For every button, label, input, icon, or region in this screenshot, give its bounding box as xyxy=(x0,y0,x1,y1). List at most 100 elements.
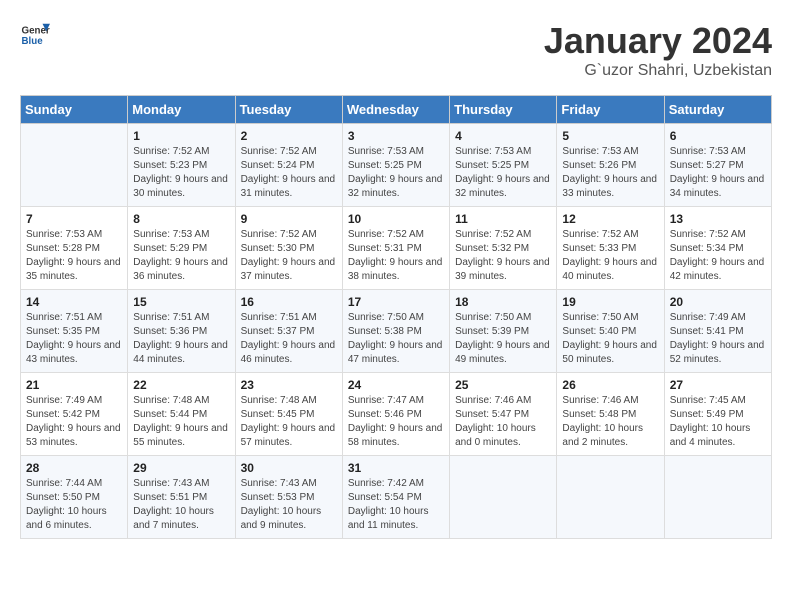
sunset-time: Sunset: 5:32 PM xyxy=(455,243,529,254)
daylight-hours: Daylight: 9 hours and 40 minutes. xyxy=(562,257,657,282)
day-number: 19 xyxy=(562,295,658,309)
calendar-cell: 8 Sunrise: 7:53 AM Sunset: 5:29 PM Dayli… xyxy=(128,207,235,290)
calendar-week-row: 1 Sunrise: 7:52 AM Sunset: 5:23 PM Dayli… xyxy=(21,124,772,207)
daylight-hours: Daylight: 9 hours and 38 minutes. xyxy=(348,257,443,282)
calendar-table: Sunday Monday Tuesday Wednesday Thursday… xyxy=(20,95,772,539)
calendar-cell xyxy=(450,456,557,539)
calendar-week-row: 28 Sunrise: 7:44 AM Sunset: 5:50 PM Dayl… xyxy=(21,456,772,539)
calendar-cell: 9 Sunrise: 7:52 AM Sunset: 5:30 PM Dayli… xyxy=(235,207,342,290)
day-number: 12 xyxy=(562,212,658,226)
calendar-week-row: 21 Sunrise: 7:49 AM Sunset: 5:42 PM Dayl… xyxy=(21,373,772,456)
day-number: 6 xyxy=(670,129,766,143)
calendar-cell: 26 Sunrise: 7:46 AM Sunset: 5:48 PM Dayl… xyxy=(557,373,664,456)
calendar-cell: 3 Sunrise: 7:53 AM Sunset: 5:25 PM Dayli… xyxy=(342,124,449,207)
sunset-time: Sunset: 5:48 PM xyxy=(562,409,636,420)
sunrise-time: Sunrise: 7:44 AM xyxy=(26,478,102,489)
sunset-time: Sunset: 5:50 PM xyxy=(26,492,100,503)
daylight-hours: Daylight: 10 hours and 11 minutes. xyxy=(348,506,429,531)
day-info: Sunrise: 7:50 AM Sunset: 5:40 PM Dayligh… xyxy=(562,311,658,367)
col-monday: Monday xyxy=(128,96,235,124)
daylight-hours: Daylight: 9 hours and 34 minutes. xyxy=(670,174,765,199)
calendar-cell: 11 Sunrise: 7:52 AM Sunset: 5:32 PM Dayl… xyxy=(450,207,557,290)
sunset-time: Sunset: 5:26 PM xyxy=(562,160,636,171)
sunset-time: Sunset: 5:45 PM xyxy=(241,409,315,420)
day-info: Sunrise: 7:47 AM Sunset: 5:46 PM Dayligh… xyxy=(348,394,444,450)
sunrise-time: Sunrise: 7:53 AM xyxy=(562,146,638,157)
sunset-time: Sunset: 5:41 PM xyxy=(670,326,744,337)
sunset-time: Sunset: 5:44 PM xyxy=(133,409,207,420)
sunset-time: Sunset: 5:25 PM xyxy=(455,160,529,171)
page-header: General Blue January 2024 G`uzor Shahri,… xyxy=(20,20,772,80)
sunset-time: Sunset: 5:27 PM xyxy=(670,160,744,171)
col-wednesday: Wednesday xyxy=(342,96,449,124)
daylight-hours: Daylight: 9 hours and 46 minutes. xyxy=(241,340,336,365)
day-number: 28 xyxy=(26,461,122,475)
day-info: Sunrise: 7:50 AM Sunset: 5:39 PM Dayligh… xyxy=(455,311,551,367)
daylight-hours: Daylight: 9 hours and 47 minutes. xyxy=(348,340,443,365)
daylight-hours: Daylight: 9 hours and 43 minutes. xyxy=(26,340,121,365)
day-info: Sunrise: 7:48 AM Sunset: 5:44 PM Dayligh… xyxy=(133,394,229,450)
daylight-hours: Daylight: 9 hours and 32 minutes. xyxy=(348,174,443,199)
calendar-cell: 30 Sunrise: 7:43 AM Sunset: 5:53 PM Dayl… xyxy=(235,456,342,539)
sunset-time: Sunset: 5:29 PM xyxy=(133,243,207,254)
day-info: Sunrise: 7:48 AM Sunset: 5:45 PM Dayligh… xyxy=(241,394,337,450)
day-number: 11 xyxy=(455,212,551,226)
sunrise-time: Sunrise: 7:50 AM xyxy=(348,312,424,323)
sunset-time: Sunset: 5:35 PM xyxy=(26,326,100,337)
calendar-cell: 22 Sunrise: 7:48 AM Sunset: 5:44 PM Dayl… xyxy=(128,373,235,456)
sunrise-time: Sunrise: 7:53 AM xyxy=(670,146,746,157)
calendar-cell: 5 Sunrise: 7:53 AM Sunset: 5:26 PM Dayli… xyxy=(557,124,664,207)
day-number: 5 xyxy=(562,129,658,143)
col-saturday: Saturday xyxy=(664,96,771,124)
day-number: 3 xyxy=(348,129,444,143)
day-number: 24 xyxy=(348,378,444,392)
col-friday: Friday xyxy=(557,96,664,124)
day-number: 14 xyxy=(26,295,122,309)
sunset-time: Sunset: 5:51 PM xyxy=(133,492,207,503)
logo-icon: General Blue xyxy=(20,20,50,50)
calendar-cell: 16 Sunrise: 7:51 AM Sunset: 5:37 PM Dayl… xyxy=(235,290,342,373)
day-number: 9 xyxy=(241,212,337,226)
daylight-hours: Daylight: 9 hours and 52 minutes. xyxy=(670,340,765,365)
sunrise-time: Sunrise: 7:47 AM xyxy=(348,395,424,406)
sunrise-time: Sunrise: 7:46 AM xyxy=(562,395,638,406)
daylight-hours: Daylight: 9 hours and 31 minutes. xyxy=(241,174,336,199)
daylight-hours: Daylight: 9 hours and 30 minutes. xyxy=(133,174,228,199)
calendar-week-row: 7 Sunrise: 7:53 AM Sunset: 5:28 PM Dayli… xyxy=(21,207,772,290)
day-info: Sunrise: 7:42 AM Sunset: 5:54 PM Dayligh… xyxy=(348,477,444,533)
day-number: 1 xyxy=(133,129,229,143)
daylight-hours: Daylight: 9 hours and 53 minutes. xyxy=(26,423,121,448)
calendar-cell: 20 Sunrise: 7:49 AM Sunset: 5:41 PM Dayl… xyxy=(664,290,771,373)
daylight-hours: Daylight: 9 hours and 49 minutes. xyxy=(455,340,550,365)
sunset-time: Sunset: 5:31 PM xyxy=(348,243,422,254)
sunset-time: Sunset: 5:23 PM xyxy=(133,160,207,171)
calendar-cell xyxy=(557,456,664,539)
day-info: Sunrise: 7:53 AM Sunset: 5:25 PM Dayligh… xyxy=(455,145,551,201)
daylight-hours: Daylight: 10 hours and 0 minutes. xyxy=(455,423,536,448)
daylight-hours: Daylight: 10 hours and 4 minutes. xyxy=(670,423,751,448)
day-info: Sunrise: 7:52 AM Sunset: 5:32 PM Dayligh… xyxy=(455,228,551,284)
sunset-time: Sunset: 5:54 PM xyxy=(348,492,422,503)
day-number: 23 xyxy=(241,378,337,392)
calendar-cell: 23 Sunrise: 7:48 AM Sunset: 5:45 PM Dayl… xyxy=(235,373,342,456)
day-info: Sunrise: 7:53 AM Sunset: 5:28 PM Dayligh… xyxy=(26,228,122,284)
sunset-time: Sunset: 5:37 PM xyxy=(241,326,315,337)
daylight-hours: Daylight: 9 hours and 32 minutes. xyxy=(455,174,550,199)
day-number: 13 xyxy=(670,212,766,226)
day-number: 29 xyxy=(133,461,229,475)
sunrise-time: Sunrise: 7:45 AM xyxy=(670,395,746,406)
calendar-cell: 31 Sunrise: 7:42 AM Sunset: 5:54 PM Dayl… xyxy=(342,456,449,539)
sunrise-time: Sunrise: 7:52 AM xyxy=(455,229,531,240)
calendar-cell: 27 Sunrise: 7:45 AM Sunset: 5:49 PM Dayl… xyxy=(664,373,771,456)
day-number: 20 xyxy=(670,295,766,309)
sunset-time: Sunset: 5:46 PM xyxy=(348,409,422,420)
calendar-cell: 18 Sunrise: 7:50 AM Sunset: 5:39 PM Dayl… xyxy=(450,290,557,373)
day-info: Sunrise: 7:52 AM Sunset: 5:24 PM Dayligh… xyxy=(241,145,337,201)
daylight-hours: Daylight: 9 hours and 57 minutes. xyxy=(241,423,336,448)
day-info: Sunrise: 7:50 AM Sunset: 5:38 PM Dayligh… xyxy=(348,311,444,367)
daylight-hours: Daylight: 9 hours and 44 minutes. xyxy=(133,340,228,365)
calendar-cell: 19 Sunrise: 7:50 AM Sunset: 5:40 PM Dayl… xyxy=(557,290,664,373)
sunrise-time: Sunrise: 7:49 AM xyxy=(26,395,102,406)
day-number: 30 xyxy=(241,461,337,475)
sunset-time: Sunset: 5:39 PM xyxy=(455,326,529,337)
